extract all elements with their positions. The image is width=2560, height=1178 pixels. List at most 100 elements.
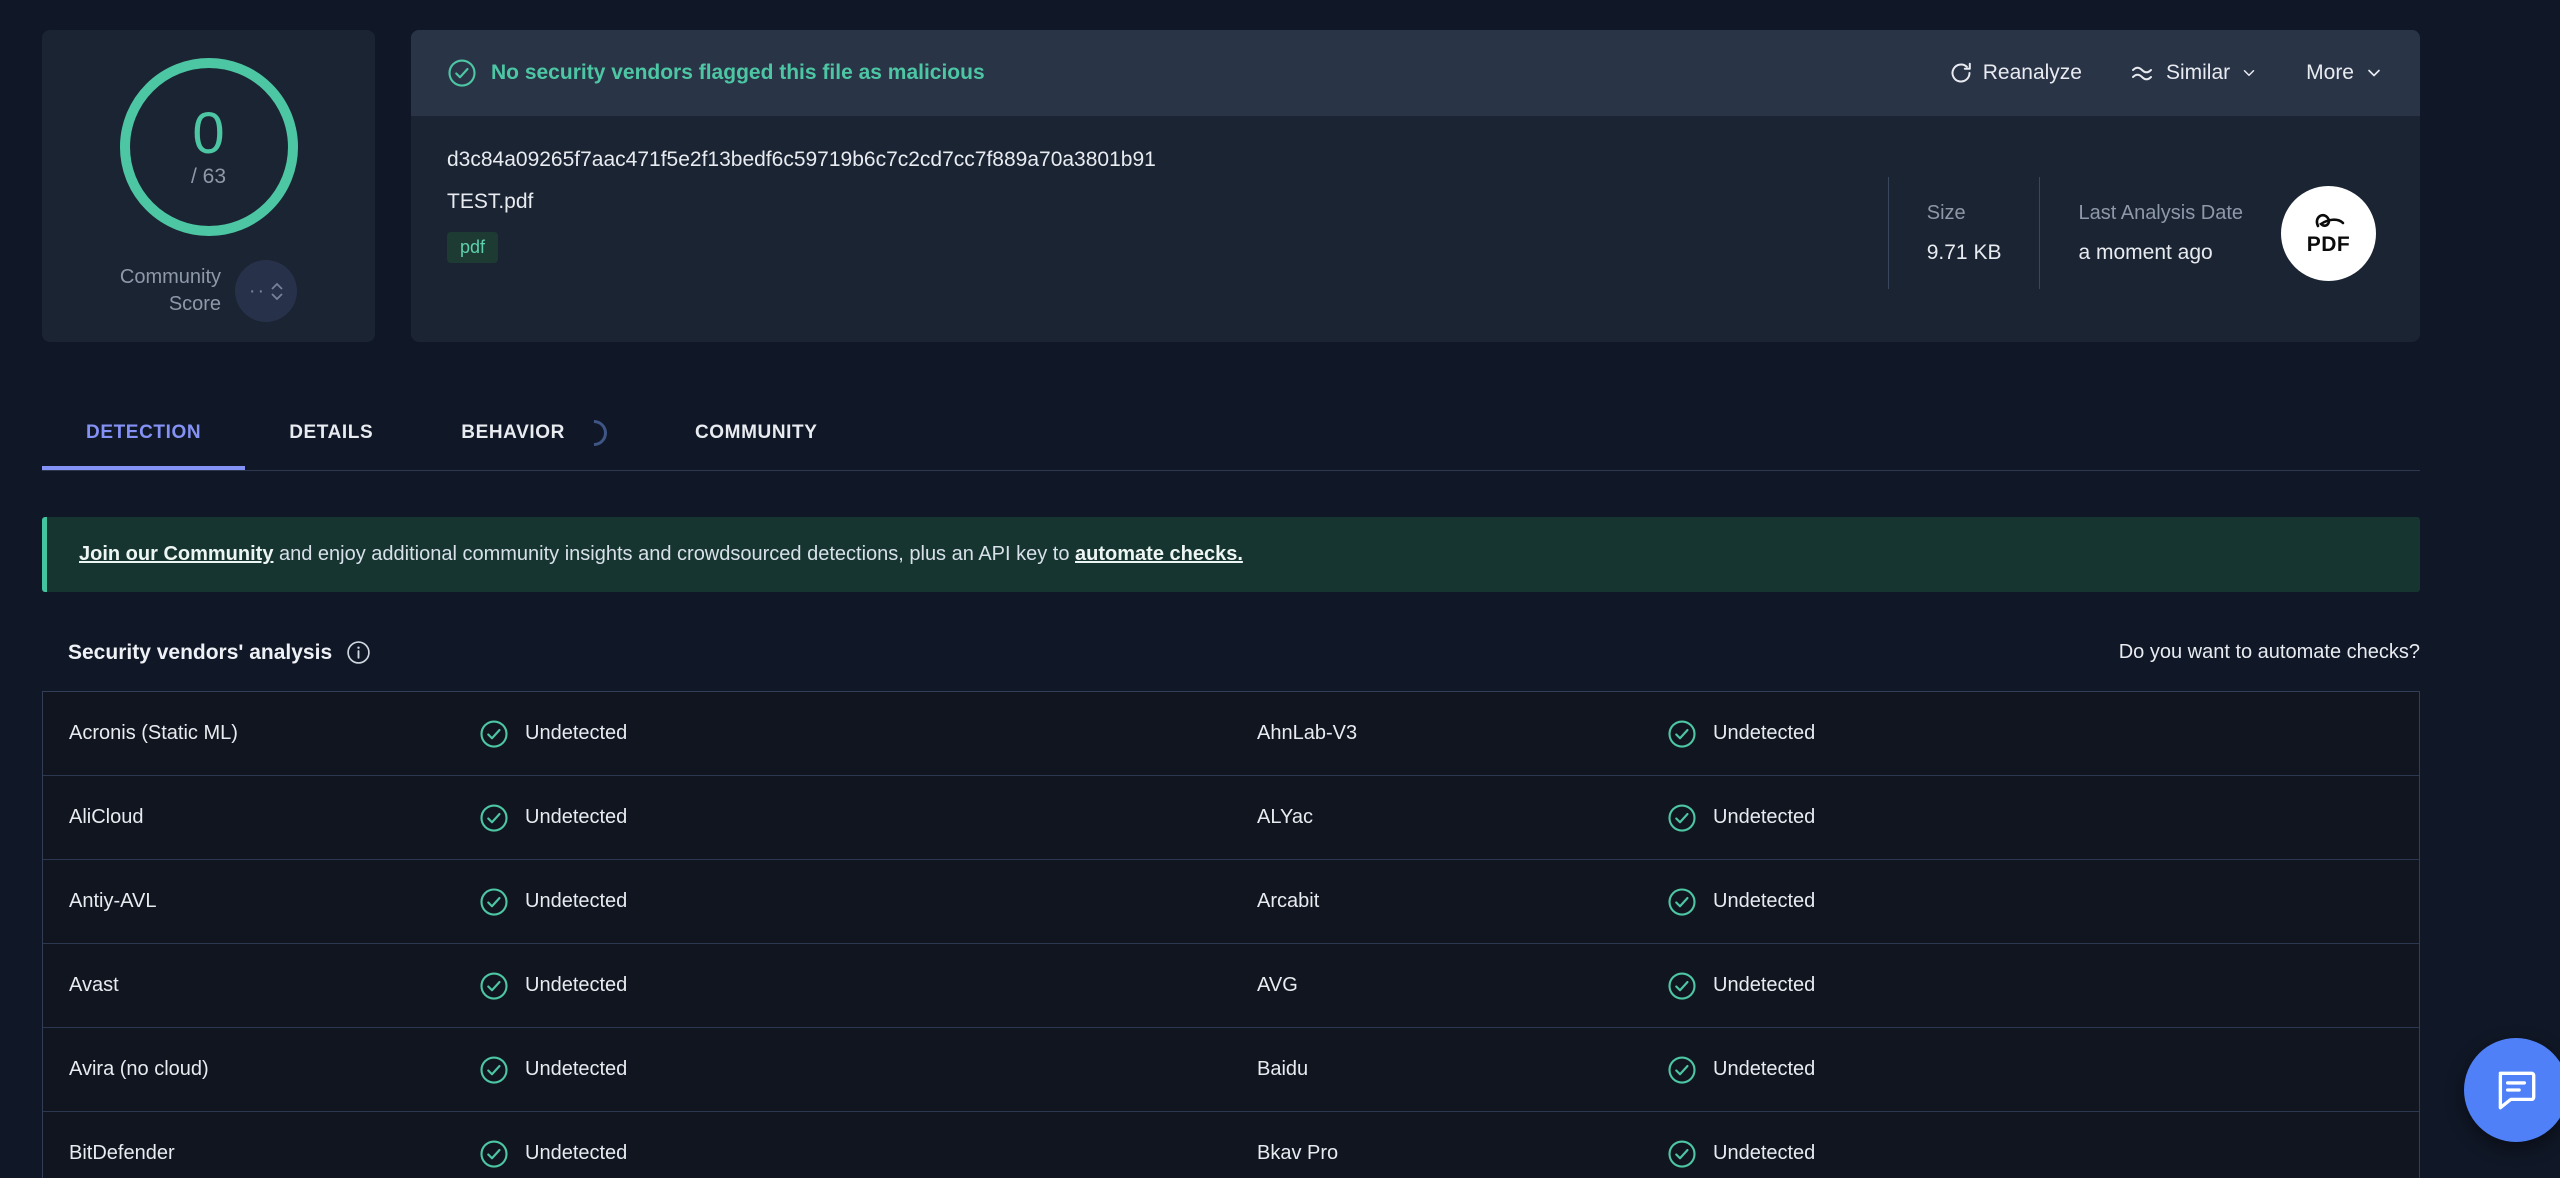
vendor-name: Acronis (Static ML) bbox=[43, 722, 479, 745]
size-label: Size bbox=[1927, 202, 2002, 225]
vendor-cell: Bkav Pro Undetected bbox=[1231, 1112, 2419, 1178]
undetected-check-icon bbox=[479, 887, 509, 917]
similar-label: Similar bbox=[2166, 61, 2230, 85]
status-label: Undetected bbox=[525, 722, 627, 745]
vendor-status: Undetected bbox=[1667, 887, 1815, 917]
more-label: More bbox=[2306, 61, 2354, 85]
vendor-cell: Arcabit Undetected bbox=[1231, 860, 2419, 943]
vendor-status: Undetected bbox=[1667, 719, 1815, 749]
vendor-status: Undetected bbox=[479, 971, 627, 1001]
last-analysis-date: Last Analysis Date a moment ago bbox=[2078, 202, 2243, 265]
status-label: Undetected bbox=[1713, 974, 1815, 997]
file-hash[interactable]: d3c84a09265f7aac471f5e2f13bedf6c59719b6c… bbox=[447, 148, 1156, 172]
vendor-name: AVG bbox=[1231, 974, 1667, 997]
vendor-status: Undetected bbox=[479, 1055, 627, 1085]
table-row: BitDefender Undetected Bkav Pro Undetect… bbox=[43, 1112, 2419, 1178]
status-label: Undetected bbox=[1713, 890, 1815, 913]
vendor-cell: Baidu Undetected bbox=[1231, 1028, 2419, 1111]
vendor-name: ALYac bbox=[1231, 806, 1667, 829]
undetected-check-icon bbox=[1667, 887, 1697, 917]
automate-checks-link[interactable]: automate checks. bbox=[1075, 543, 1243, 565]
status-label: Undetected bbox=[1713, 1142, 1815, 1165]
status-label: Undetected bbox=[525, 974, 627, 997]
chevron-down-icon bbox=[2364, 63, 2384, 83]
community-vote-widget[interactable]: ·· bbox=[235, 260, 297, 322]
score-ring: 0 / 63 bbox=[114, 52, 304, 242]
table-row: Avira (no cloud) Undetected Baidu Undete… bbox=[43, 1028, 2419, 1112]
similar-button[interactable]: Similar bbox=[2130, 61, 2258, 85]
join-community-link[interactable]: Join our Community bbox=[79, 543, 273, 565]
vendor-name: Bkav Pro bbox=[1231, 1142, 1667, 1165]
undetected-check-icon bbox=[479, 719, 509, 749]
file-meta: Size 9.71 KB Last Analysis Date a moment… bbox=[1888, 148, 2384, 318]
undetected-check-icon bbox=[1667, 803, 1697, 833]
automate-checks-prompt[interactable]: Do you want to automate checks? bbox=[2119, 641, 2420, 664]
status-label: Undetected bbox=[525, 1142, 627, 1165]
date-value: a moment ago bbox=[2078, 241, 2243, 265]
vote-up-icon[interactable] bbox=[271, 282, 283, 290]
report-tabs: DETECTION DETAILS BEHAVIOR COMMUNITY bbox=[42, 396, 2420, 471]
tab-behavior-label: BEHAVIOR bbox=[461, 422, 565, 444]
top-section: 0 / 63 Community Score ·· bbox=[42, 30, 2420, 342]
reanalyze-button[interactable]: Reanalyze bbox=[1949, 61, 2082, 85]
header-actions: Reanalyze Similar More bbox=[1949, 61, 2384, 85]
vendor-name: AhnLab-V3 bbox=[1231, 722, 1667, 745]
vendor-cell: Avast Undetected bbox=[43, 944, 1231, 1027]
pdf-badge-label: PDF bbox=[2307, 233, 2351, 257]
status-label: Undetected bbox=[1713, 806, 1815, 829]
chat-button[interactable] bbox=[2464, 1038, 2560, 1142]
date-label: Last Analysis Date bbox=[2078, 202, 2243, 225]
similar-icon bbox=[2130, 62, 2156, 84]
behavior-loading-spinner-icon bbox=[576, 415, 613, 452]
vendor-cell: BitDefender Undetected bbox=[43, 1112, 1231, 1178]
status-label: Undetected bbox=[1713, 1058, 1815, 1081]
check-circle-icon bbox=[447, 58, 477, 88]
detection-score-widget: 0 / 63 Community Score ·· bbox=[42, 30, 375, 342]
status-label: Undetected bbox=[1713, 722, 1815, 745]
community-score-label-line2: Score bbox=[120, 291, 221, 318]
filetype-tag[interactable]: pdf bbox=[447, 232, 498, 263]
community-score-row: Community Score ·· bbox=[64, 260, 353, 322]
info-icon[interactable] bbox=[346, 640, 371, 665]
score-text: 0 / 63 bbox=[114, 52, 304, 242]
vendor-name: Avira (no cloud) bbox=[43, 1058, 479, 1081]
undetected-check-icon bbox=[479, 803, 509, 833]
size-value: 9.71 KB bbox=[1927, 241, 2002, 265]
vendor-name: BitDefender bbox=[43, 1142, 479, 1165]
community-score-label: Community Score bbox=[120, 264, 221, 318]
status-label: Undetected bbox=[525, 1058, 627, 1081]
vendor-status: Undetected bbox=[479, 719, 627, 749]
tab-detection[interactable]: DETECTION bbox=[42, 396, 245, 470]
community-banner: Join our Community and enjoy additional … bbox=[42, 517, 2420, 592]
banner-text: and enjoy additional community insights … bbox=[273, 543, 1075, 565]
vendor-cell: Avira (no cloud) Undetected bbox=[43, 1028, 1231, 1111]
chevron-down-icon bbox=[2240, 64, 2258, 82]
vendor-status: Undetected bbox=[479, 803, 627, 833]
vendor-name: AliCloud bbox=[43, 806, 479, 829]
report-body: d3c84a09265f7aac471f5e2f13bedf6c59719b6c… bbox=[411, 116, 2420, 342]
tab-behavior[interactable]: BEHAVIOR bbox=[417, 396, 651, 470]
more-button[interactable]: More bbox=[2306, 61, 2384, 85]
vendor-name: Antiy-AVL bbox=[43, 890, 479, 913]
file-info: d3c84a09265f7aac471f5e2f13bedf6c59719b6c… bbox=[447, 148, 1156, 318]
pdf-filetype-icon: PDF bbox=[2281, 186, 2376, 281]
vendor-cell: AhnLab-V3 Undetected bbox=[1231, 692, 2419, 775]
undetected-check-icon bbox=[479, 1055, 509, 1085]
pdf-swirl-icon bbox=[2312, 210, 2346, 232]
tab-community[interactable]: COMMUNITY bbox=[651, 396, 862, 470]
verdict: No security vendors flagged this file as… bbox=[447, 58, 985, 88]
analysis-header: Security vendors' analysis Do you want t… bbox=[42, 640, 2420, 665]
table-row: Avast Undetected AVG Undetected bbox=[43, 944, 2419, 1028]
status-label: Undetected bbox=[525, 890, 627, 913]
reanalyze-icon bbox=[1949, 61, 1973, 85]
undetected-check-icon bbox=[1667, 971, 1697, 1001]
community-score-label-line1: Community bbox=[120, 264, 221, 291]
undetected-check-icon bbox=[1667, 719, 1697, 749]
tab-details[interactable]: DETAILS bbox=[245, 396, 417, 470]
analysis-title: Security vendors' analysis bbox=[68, 641, 332, 665]
vendor-status: Undetected bbox=[1667, 1055, 1815, 1085]
vendor-cell: Antiy-AVL Undetected bbox=[43, 860, 1231, 943]
file-size: Size 9.71 KB bbox=[1927, 202, 2002, 265]
vendor-cell: Acronis (Static ML) Undetected bbox=[43, 692, 1231, 775]
vote-down-icon[interactable] bbox=[271, 293, 283, 301]
